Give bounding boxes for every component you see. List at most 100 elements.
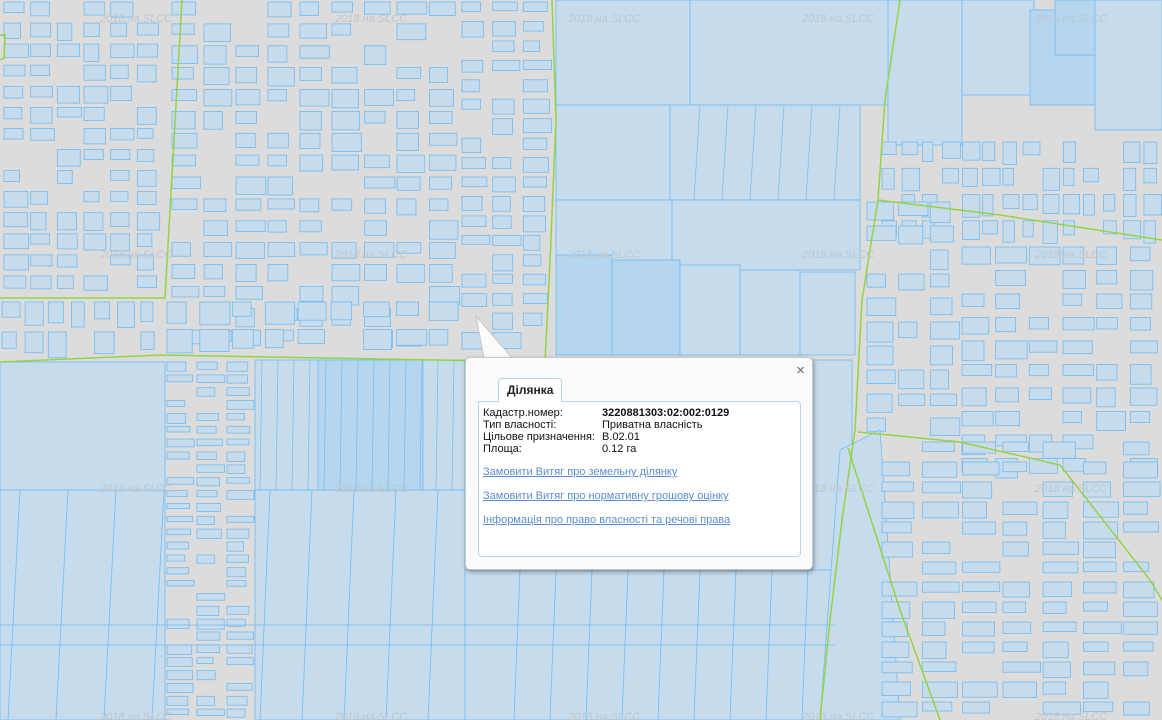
land-parcel[interactable] — [1042, 661, 1071, 678]
land-parcel[interactable] — [1123, 521, 1159, 533]
land-parcel[interactable] — [166, 412, 186, 424]
land-parcel[interactable] — [226, 541, 244, 552]
land-parcel[interactable] — [235, 132, 256, 149]
land-parcel[interactable] — [166, 451, 190, 460]
land-parcel[interactable] — [929, 345, 953, 366]
land-parcel[interactable] — [921, 701, 953, 712]
land-parcel[interactable] — [226, 657, 254, 666]
land-parcel[interactable] — [555, 254, 613, 356]
land-parcel[interactable] — [522, 1, 548, 13]
land-parcel[interactable] — [611, 259, 681, 356]
land-parcel[interactable] — [982, 167, 1001, 187]
land-parcel[interactable] — [1, 331, 17, 349]
land-parcel[interactable] — [171, 23, 195, 35]
land-parcel[interactable] — [196, 451, 217, 460]
land-parcel[interactable] — [396, 67, 422, 79]
land-parcel[interactable] — [1129, 364, 1152, 385]
land-parcel[interactable] — [1096, 293, 1123, 309]
land-parcel[interactable] — [929, 393, 957, 406]
land-parcel[interactable] — [961, 246, 991, 265]
land-parcel[interactable] — [171, 285, 200, 298]
land-parcel[interactable] — [166, 528, 192, 536]
land-parcel[interactable] — [982, 141, 996, 162]
land-parcel[interactable] — [1042, 167, 1061, 191]
land-parcel[interactable] — [1042, 601, 1067, 615]
land-parcel[interactable] — [1083, 581, 1117, 594]
land-parcel[interactable] — [196, 477, 220, 487]
land-parcel[interactable] — [196, 387, 216, 397]
land-parcel[interactable] — [83, 127, 106, 145]
land-parcel[interactable] — [929, 417, 961, 436]
land-parcel[interactable] — [1123, 581, 1155, 599]
land-parcel[interactable] — [299, 132, 321, 149]
land-parcel[interactable] — [1123, 641, 1154, 652]
land-parcel[interactable] — [929, 249, 949, 271]
land-parcel[interactable] — [331, 111, 360, 131]
land-parcel[interactable] — [921, 601, 955, 619]
land-parcel[interactable] — [171, 132, 198, 149]
land-parcel[interactable] — [264, 301, 295, 325]
land-parcel[interactable] — [1123, 141, 1141, 163]
land-parcel[interactable] — [1002, 461, 1028, 473]
land-parcel[interactable] — [396, 132, 420, 152]
land-parcel[interactable] — [3, 85, 24, 99]
land-parcel[interactable] — [166, 670, 193, 681]
land-parcel[interactable] — [83, 107, 105, 122]
land-parcel[interactable] — [226, 554, 249, 564]
land-parcel[interactable] — [921, 441, 955, 452]
land-parcel[interactable] — [1083, 501, 1120, 518]
land-parcel[interactable] — [1022, 194, 1038, 211]
land-parcel[interactable] — [110, 149, 131, 161]
land-parcel[interactable] — [235, 220, 266, 233]
land-parcel[interactable] — [1042, 641, 1069, 659]
land-parcel[interactable] — [492, 118, 513, 135]
land-parcel[interactable] — [921, 561, 957, 575]
land-parcel[interactable] — [166, 567, 190, 575]
land-parcel[interactable] — [0, 361, 166, 493]
land-parcel[interactable] — [226, 425, 251, 434]
land-parcel[interactable] — [171, 154, 196, 167]
land-parcel[interactable] — [3, 22, 21, 39]
land-parcel[interactable] — [962, 167, 978, 187]
land-parcel[interactable] — [196, 528, 222, 539]
land-parcel[interactable] — [396, 176, 421, 191]
land-parcel[interactable] — [396, 111, 419, 129]
land-parcel[interactable] — [30, 254, 53, 267]
land-parcel[interactable] — [299, 198, 320, 213]
land-parcel[interactable] — [1083, 461, 1107, 475]
land-parcel[interactable] — [881, 681, 912, 697]
land-parcel[interactable] — [110, 170, 130, 181]
land-parcel[interactable] — [364, 89, 394, 106]
land-parcel[interactable] — [196, 515, 215, 525]
land-parcel[interactable] — [226, 387, 250, 397]
land-parcel[interactable] — [30, 1, 50, 17]
land-parcel[interactable] — [363, 329, 392, 351]
land-parcel[interactable] — [196, 695, 215, 706]
land-parcel[interactable] — [232, 301, 252, 317]
land-parcel[interactable] — [866, 321, 894, 343]
land-parcel[interactable] — [881, 167, 895, 190]
land-parcel[interactable] — [47, 301, 64, 324]
land-parcel[interactable] — [1143, 167, 1157, 184]
land-parcel[interactable] — [1083, 167, 1099, 183]
land-parcel[interactable] — [429, 111, 453, 125]
land-parcel[interactable] — [898, 369, 925, 390]
land-parcel[interactable] — [429, 154, 457, 171]
land-parcel[interactable] — [226, 567, 247, 578]
land-parcel[interactable] — [299, 220, 322, 233]
land-parcel[interactable] — [429, 220, 459, 240]
land-parcel[interactable] — [364, 111, 386, 124]
land-parcel[interactable] — [47, 331, 67, 359]
land-parcel[interactable] — [1123, 661, 1149, 677]
land-parcel[interactable] — [3, 64, 26, 77]
land-parcel[interactable] — [136, 64, 157, 83]
land-parcel[interactable] — [203, 111, 223, 130]
land-parcel[interactable] — [299, 154, 324, 172]
land-parcel[interactable] — [56, 22, 73, 42]
land-parcel[interactable] — [299, 89, 330, 107]
land-parcel[interactable] — [267, 67, 295, 87]
land-parcel[interactable] — [1096, 364, 1118, 381]
land-parcel[interactable] — [1103, 194, 1116, 212]
land-parcel[interactable] — [83, 149, 104, 160]
land-parcel[interactable] — [30, 212, 47, 231]
